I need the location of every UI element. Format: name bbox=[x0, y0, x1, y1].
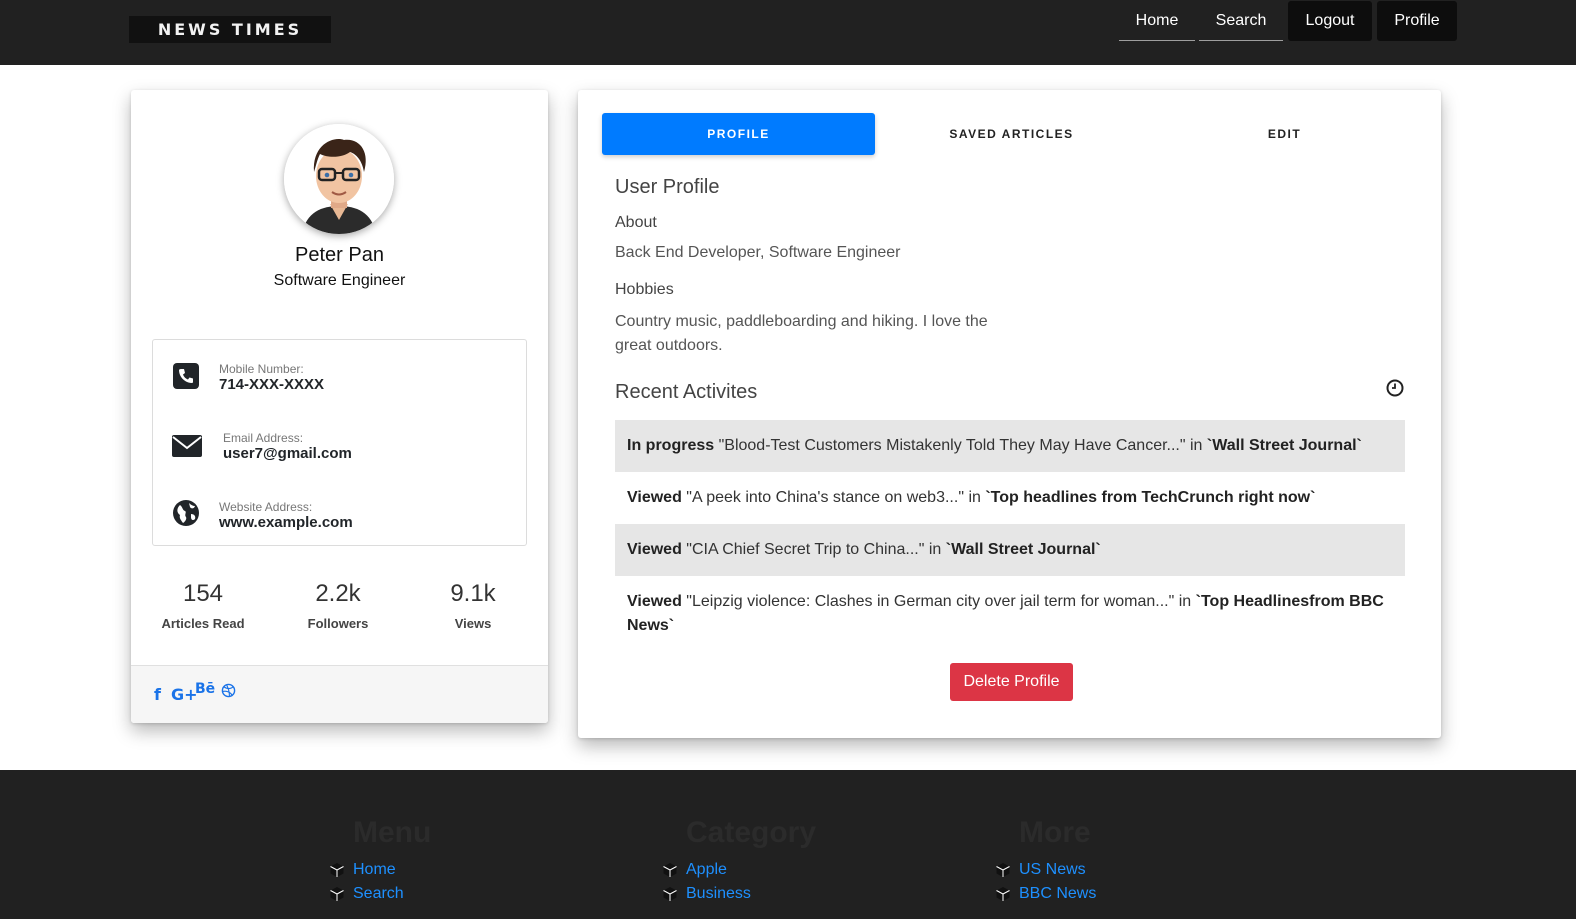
tab-profile[interactable]: PROFILE bbox=[602, 113, 875, 155]
list-item[interactable]: In progress "Blood-Test Customers Mistak… bbox=[615, 420, 1405, 472]
stat-label: Followers bbox=[307, 616, 369, 631]
dribbble-icon[interactable] bbox=[221, 683, 236, 698]
about-text: Back End Developer, Software Engineer bbox=[615, 244, 901, 261]
social-links: f G+ Bē bbox=[131, 665, 548, 723]
cube-icon bbox=[996, 863, 1010, 877]
website-label: Website Address: bbox=[219, 500, 313, 514]
footer-more: More US News BBC News bbox=[995, 816, 1096, 906]
footer-link-bbc-news[interactable]: BBC News bbox=[995, 882, 1096, 906]
stat-articles-read: 154 Articles Read bbox=[138, 580, 268, 631]
stat-value: 9.1k bbox=[450, 580, 496, 607]
nav-search-link[interactable]: Search bbox=[1199, 1, 1283, 41]
avatar bbox=[284, 124, 394, 234]
phone-label: Mobile Number: bbox=[219, 362, 304, 376]
activity-in: in bbox=[1185, 437, 1207, 454]
stat-value: 154 bbox=[182, 580, 224, 607]
footer-link-label: Apple bbox=[686, 861, 727, 878]
footer-link-label: Search bbox=[353, 885, 404, 902]
footer-link-home[interactable]: Home bbox=[329, 858, 431, 882]
activity-in: in bbox=[924, 541, 946, 558]
stat-value: 2.2k bbox=[315, 580, 361, 607]
nav-profile-button[interactable]: Profile bbox=[1377, 1, 1457, 41]
footer-link-label: BBC News bbox=[1019, 885, 1097, 902]
footer-menu-heading: Menu bbox=[353, 816, 432, 849]
stat-label: Articles Read bbox=[161, 616, 245, 631]
google-plus-icon[interactable]: G+ bbox=[171, 685, 198, 704]
behance-icon[interactable]: Bē bbox=[195, 681, 215, 697]
tab-edit[interactable]: EDIT bbox=[1148, 113, 1421, 155]
footer-link-search[interactable]: Search bbox=[329, 882, 431, 906]
cube-icon bbox=[996, 887, 1010, 901]
stat-followers: 2.2k Followers bbox=[273, 580, 403, 631]
user-name: Peter Pan bbox=[295, 244, 384, 266]
hobbies-text: Country music, paddleboarding and hiking… bbox=[615, 313, 988, 354]
user-title: Software Engineer bbox=[273, 272, 406, 289]
email-value[interactable]: user7@gmail.com bbox=[223, 445, 352, 462]
cube-icon bbox=[663, 863, 677, 877]
list-item[interactable]: Viewed "CIA Chief Secret Trip to China..… bbox=[615, 524, 1405, 576]
website-value[interactable]: www.example.com bbox=[219, 514, 353, 531]
activity-status: Viewed bbox=[627, 541, 682, 558]
phone-value: 714-XXX-XXXX bbox=[219, 376, 325, 393]
navbar: NEWS TIMES Home Search Logout Profile bbox=[0, 0, 1576, 65]
activity-title: "CIA Chief Secret Trip to China..." bbox=[686, 541, 925, 558]
delete-profile-button[interactable]: Delete Profile bbox=[950, 663, 1073, 701]
footer-category: Category Apple Business bbox=[662, 816, 816, 906]
activity-in: in bbox=[964, 489, 986, 506]
email-label: Email Address: bbox=[223, 431, 304, 445]
activity-status: Viewed bbox=[627, 489, 682, 506]
stat-label: Views bbox=[454, 616, 492, 631]
footer-category-heading: Category bbox=[686, 816, 817, 849]
phone-icon bbox=[173, 363, 199, 389]
contact-row-phone: Mobile Number: 714-XXX-XXXX bbox=[153, 350, 526, 410]
activity-in: in bbox=[1174, 593, 1196, 610]
footer-menu: Menu Home Search bbox=[329, 816, 431, 906]
about-heading: About bbox=[615, 214, 657, 231]
contact-row-website: Website Address: www.example.com bbox=[153, 488, 526, 548]
footer-more-heading: More bbox=[1019, 816, 1091, 849]
footer-link-label: Home bbox=[353, 861, 396, 878]
footer-link-apple[interactable]: Apple bbox=[662, 858, 816, 882]
activity-source: `Wall Street Journal` bbox=[945, 541, 1101, 558]
profile-card: Peter Pan Software Engineer Mobile Numbe… bbox=[131, 90, 548, 723]
globe-icon bbox=[173, 500, 199, 526]
user-profile-heading: User Profile bbox=[615, 176, 720, 198]
clock-icon bbox=[1386, 379, 1404, 397]
envelope-icon bbox=[172, 435, 202, 457]
cube-icon bbox=[330, 863, 344, 877]
brand-logo[interactable]: NEWS TIMES bbox=[129, 16, 331, 43]
activity-source: `Top headlines from TechCrunch right now… bbox=[985, 489, 1316, 506]
nav-home-link[interactable]: Home bbox=[1119, 1, 1195, 41]
footer-link-label: US News bbox=[1019, 861, 1086, 878]
activity-title: "A peek into China's stance on web3..." bbox=[686, 489, 964, 506]
cube-icon bbox=[330, 887, 344, 901]
activity-status: Viewed bbox=[627, 593, 682, 610]
footer-link-label: Business bbox=[686, 885, 751, 902]
recent-activities-heading: Recent Activites bbox=[615, 381, 758, 403]
facebook-icon[interactable]: f bbox=[154, 685, 161, 704]
activity-status: In progress bbox=[627, 437, 715, 454]
nav-logout-button[interactable]: Logout bbox=[1288, 1, 1372, 41]
footer-link-business[interactable]: Business bbox=[662, 882, 816, 906]
stat-views: 9.1k Views bbox=[408, 580, 538, 631]
list-item[interactable]: Viewed "A peek into China's stance on we… bbox=[615, 472, 1405, 524]
activity-list: In progress "Blood-Test Customers Mistak… bbox=[615, 420, 1405, 652]
contact-row-email: Email Address: user7@gmail.com bbox=[153, 419, 526, 479]
profile-details-card: PROFILE SAVED ARTICLES EDIT User Profile… bbox=[578, 90, 1441, 738]
tab-saved-articles[interactable]: SAVED ARTICLES bbox=[875, 113, 1148, 155]
activity-title: "Leipzig violence: Clashes in German cit… bbox=[686, 593, 1175, 610]
activity-title: "Blood-Test Customers Mistakenly Told Th… bbox=[718, 437, 1186, 454]
footer-link-us-news[interactable]: US News bbox=[995, 858, 1096, 882]
activity-source: `Wall Street Journal` bbox=[1206, 437, 1362, 454]
contact-info: Mobile Number: 714-XXX-XXXX Email Addres… bbox=[152, 339, 527, 546]
footer: Menu Home Search Category Apple Business bbox=[0, 770, 1576, 919]
list-item[interactable]: Viewed "Leipzig violence: Clashes in Ger… bbox=[615, 576, 1405, 652]
cube-icon bbox=[663, 887, 677, 901]
hobbies-heading: Hobbies bbox=[615, 281, 674, 298]
